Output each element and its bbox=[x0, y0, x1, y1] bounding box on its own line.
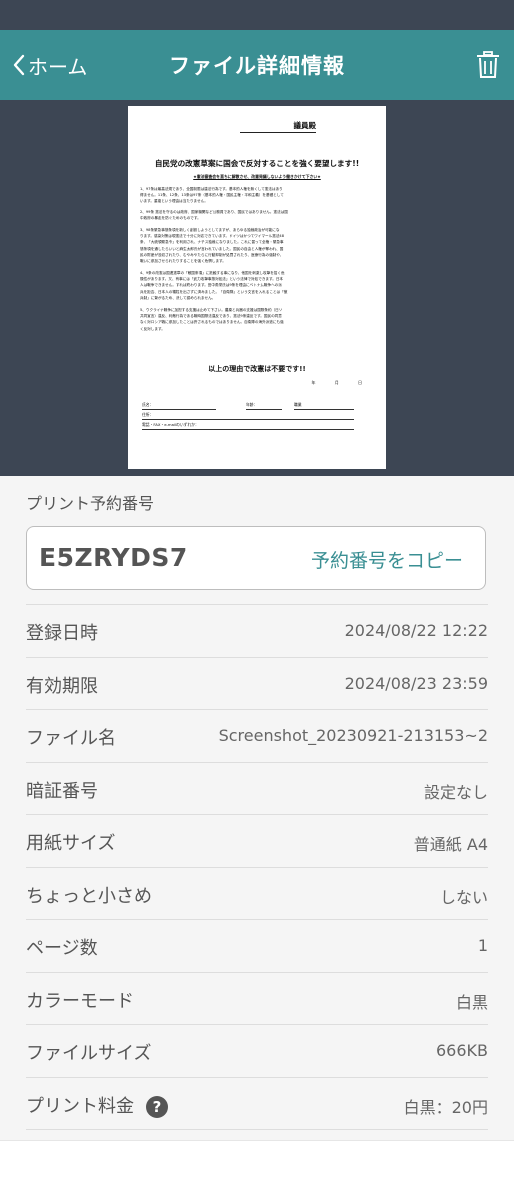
details-list: 登録日時 2024/08/22 12:22 有効期限 2024/08/23 23… bbox=[26, 604, 488, 1130]
doc-closing: 以上の理由で改憲は不要です!! bbox=[208, 365, 306, 373]
bottom-area bbox=[0, 1140, 514, 1201]
detail-label: 暗証番号 bbox=[26, 780, 98, 802]
detail-label: 用紙サイズ bbox=[26, 833, 116, 854]
detail-label: 登録日時 bbox=[26, 623, 98, 644]
doc-form-job: 職業 bbox=[294, 402, 354, 410]
file-preview-area: 議員殿 自民党の改憲草案に国会で反対することを強く要望します!! ★憲法審査会を… bbox=[0, 100, 514, 476]
detail-value: 白黒 bbox=[455, 992, 488, 1012]
detail-label: ファイルサイズ bbox=[26, 1043, 152, 1064]
detail-value: 白黒：20円 bbox=[403, 1097, 488, 1117]
detail-row-shrink: ちょっと小さめ しない bbox=[26, 868, 488, 920]
reservation-code: E5ZRYDS7 bbox=[39, 543, 188, 572]
document-preview[interactable]: 議員殿 自民党の改憲草案に国会で反対することを強く要望します!! ★憲法審査会を… bbox=[128, 106, 386, 469]
doc-addressee: 議員殿 bbox=[240, 120, 316, 133]
detail-value: 666KB bbox=[435, 1041, 488, 1060]
doc-paragraph: 5、ウクライナ戦争に加担する支援は止めて下さい。農薬と兵器の支援は国際条約（日ソ… bbox=[140, 308, 284, 331]
detail-row-color-mode: カラーモード 白黒 bbox=[26, 973, 488, 1025]
detail-row-paper-size: 用紙サイズ 普通紙 A4 bbox=[26, 815, 488, 868]
detail-label: ファイル名 bbox=[26, 728, 116, 749]
reservation-code-box: E5ZRYDS7 予約番号をコピー bbox=[26, 526, 486, 590]
detail-value: Screenshot_20230921-213153~2 bbox=[218, 726, 488, 745]
question-circle-icon[interactable]: ? bbox=[146, 1095, 168, 1118]
detail-value: 2024/08/23 23:59 bbox=[344, 673, 488, 693]
doc-form-contact: 電話・FAX・e-mailのいずれか： bbox=[142, 422, 354, 430]
detail-row-registered: 登録日時 2024/08/22 12:22 bbox=[26, 605, 488, 658]
doc-paragraph: 1、97条は最高法規であり、全国制限は違法行為です。基本的人権を無くして憲法はあ… bbox=[140, 187, 284, 204]
detail-label: 有効期限 bbox=[26, 675, 98, 697]
doc-date-line: 年 月 日 bbox=[311, 380, 362, 385]
detail-row-price: プリント料金? 白黒：20円 bbox=[26, 1078, 488, 1130]
doc-paragraph: 4、9条の改憲は国連憲章の「敵国条項」に抵触する事になり、他国を刺激し攻撃を招く… bbox=[140, 271, 288, 300]
detail-row-file-size: ファイルサイズ 666KB bbox=[26, 1025, 488, 1078]
detail-value: 1 bbox=[477, 936, 488, 955]
detail-label-with-help: プリント料金? bbox=[26, 1092, 168, 1118]
doc-subtitle: ★憲法審査会を直ちに解散させ、改憲発議しないよう働きかけて下さい★ bbox=[193, 174, 321, 179]
delete-button[interactable] bbox=[476, 30, 500, 100]
detail-label: カラーモード bbox=[26, 990, 134, 1012]
back-label: ホーム bbox=[28, 54, 88, 79]
file-info-panel: プリント予約番号 E5ZRYDS7 予約番号をコピー 登録日時 2024/08/… bbox=[0, 476, 514, 1140]
status-bar bbox=[0, 0, 514, 30]
doc-form-age: 年齢： bbox=[246, 402, 282, 410]
doc-paragraph: 2、99条 憲法を守るのは政府、国家機関など公務員であり、国民ではありません。憲… bbox=[140, 210, 288, 221]
detail-row-pin: 暗証番号 設定なし bbox=[26, 763, 488, 815]
detail-row-pages: ページ数 1 bbox=[26, 920, 488, 973]
trash-icon bbox=[477, 51, 499, 78]
copy-code-button[interactable]: 予約番号をコピー bbox=[311, 546, 463, 573]
doc-title: 自民党の改憲草案に国会で反対することを強く要望します!! bbox=[154, 159, 360, 168]
detail-label: ページ数 bbox=[26, 938, 98, 959]
doc-paragraph: 3、98条緊急事態条項を新しく創設しようとしてますが、あらゆる独裁政治が可能にな… bbox=[140, 228, 285, 264]
page-title: ファイル詳細情報 bbox=[169, 54, 345, 78]
detail-value: しない bbox=[439, 887, 488, 907]
detail-label: プリント料金 bbox=[26, 1095, 134, 1117]
back-button[interactable]: ホーム bbox=[12, 30, 87, 100]
doc-form-address: 住所： bbox=[142, 412, 354, 420]
app-header: ホーム ファイル詳細情報 bbox=[0, 30, 514, 100]
reservation-label: プリント予約番号 bbox=[26, 494, 155, 513]
chevron-left-icon bbox=[13, 54, 25, 76]
detail-value: 設定なし bbox=[423, 782, 488, 802]
detail-value: 普通紙 A4 bbox=[413, 835, 488, 854]
detail-label: ちょっと小さめ bbox=[26, 885, 152, 907]
detail-value: 2024/08/22 12:22 bbox=[344, 621, 488, 640]
detail-row-expiry: 有効期限 2024/08/23 23:59 bbox=[26, 658, 488, 710]
detail-row-filename: ファイル名 Screenshot_20230921-213153~2 bbox=[26, 710, 488, 763]
doc-form-name: 氏名： bbox=[142, 402, 216, 410]
